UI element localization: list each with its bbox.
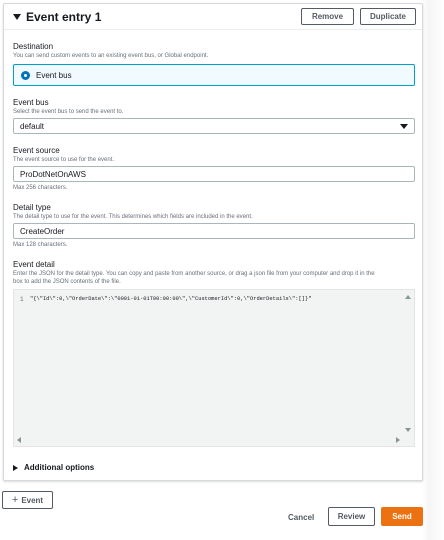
scroll-left-arrow-icon[interactable]: [17, 437, 21, 443]
event-detail-description-line1: Enter the JSON for the detail type. You …: [13, 271, 375, 277]
add-event-button[interactable]: + Event: [2, 491, 53, 509]
detail-type-label: Detail type: [13, 203, 51, 212]
caret-right-icon: [13, 464, 18, 471]
duplicate-button[interactable]: Duplicate: [360, 8, 416, 25]
json-code[interactable]: "{\"Id\":0,\"OrderDate\":\"0001-01-01T00…: [30, 296, 311, 302]
event-entry-header[interactable]: Event entry 1 Remove Duplicate: [4, 4, 422, 30]
event-bus-label: Event bus: [13, 98, 49, 107]
detail-type-value: CreateOrder: [20, 227, 65, 236]
event-bus-selected-value: default: [20, 122, 45, 131]
scroll-down-arrow-icon[interactable]: [405, 428, 411, 432]
additional-options-label: Additional options: [24, 463, 95, 472]
event-source-input[interactable]: ProDotNetOnAWS: [13, 166, 415, 182]
detail-type-description: The detail type to use for the event. Th…: [13, 214, 253, 220]
event-bus-select[interactable]: default: [13, 118, 415, 134]
page-edge-shadow: [422, 0, 444, 540]
send-button[interactable]: Send: [381, 507, 423, 526]
remove-button[interactable]: Remove: [301, 8, 354, 25]
dropdown-arrow-icon: [400, 124, 408, 129]
event-source-description: The event source to use for the event.: [13, 157, 115, 163]
destination-label: Destination: [13, 42, 54, 51]
detail-type-hint: Max 128 characters.: [13, 242, 68, 248]
event-source-label: Event source: [13, 146, 60, 155]
add-event-label: Event: [21, 495, 44, 505]
event-detail-label: Event detail: [13, 260, 55, 269]
event-bus-description: Select the event bus to send the event t…: [13, 109, 124, 115]
cancel-button[interactable]: Cancel: [288, 513, 314, 522]
line-number: 1: [20, 296, 24, 303]
scroll-right-arrow-icon[interactable]: [396, 437, 400, 443]
event-entry-panel: Event entry 1 Remove Duplicate Destinati…: [3, 3, 423, 481]
event-source-value: ProDotNetOnAWS: [20, 170, 86, 179]
destination-description: You can send custom events to an existin…: [13, 53, 209, 59]
plus-icon: +: [11, 493, 19, 506]
detail-type-input[interactable]: CreateOrder: [13, 223, 415, 239]
radio-selected-icon[interactable]: [21, 71, 30, 80]
event-entry-title: Event entry 1: [26, 10, 102, 24]
event-source-hint: Max 256 characters.: [13, 185, 68, 191]
additional-options-toggle[interactable]: Additional options: [13, 463, 94, 472]
event-detail-json-editor[interactable]: 1 "{\"Id\":0,\"OrderDate\":\"0001-01-01T…: [13, 289, 415, 447]
scroll-up-arrow-icon[interactable]: [405, 295, 411, 299]
caret-down-icon[interactable]: [13, 14, 21, 20]
event-bus-radio-option[interactable]: Event bus: [13, 64, 415, 86]
event-bus-radio-label: Event bus: [36, 71, 72, 80]
review-button[interactable]: Review: [328, 507, 375, 526]
event-detail-description-line2: box to add the JSON contents of the file…: [13, 279, 121, 285]
